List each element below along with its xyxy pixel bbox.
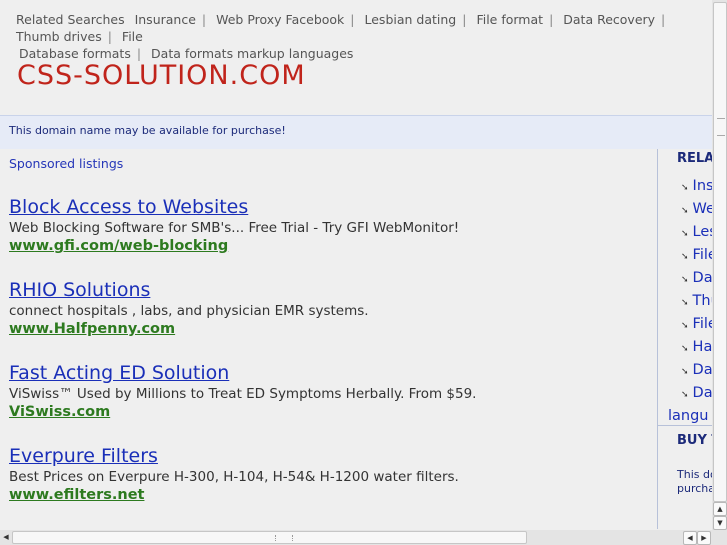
sidebar-item[interactable]: ➘Har bbox=[681, 337, 713, 360]
triangle-right-icon[interactable]: ▶ bbox=[697, 531, 711, 545]
sidebar-item-label: Dat bbox=[692, 270, 713, 286]
sponsored-listings-label: Sponsored listings bbox=[9, 156, 124, 171]
ad-url-link[interactable]: www.gfi.com/web-blocking bbox=[9, 237, 459, 255]
sidebar-item[interactable]: ➘Les bbox=[681, 222, 713, 245]
ad-listing: Fast Acting ED Solution ViSwiss™ Used by… bbox=[9, 362, 476, 421]
sidebar-item-label: File bbox=[692, 247, 713, 263]
ad-title-link[interactable]: Fast Acting ED Solution bbox=[9, 362, 476, 385]
sidebar-item-label: File bbox=[692, 316, 713, 332]
arrow-icon: ➘ bbox=[681, 390, 689, 400]
domain-for-sale-banner: This domain name may be available for pu… bbox=[0, 115, 712, 149]
sidebar-heading: RELA bbox=[677, 151, 713, 166]
sidebar-list: ➘Ins ➘We ➘Les ➘File ➘Dat ➘Thu ➘File ➘Har… bbox=[668, 176, 713, 427]
sidebar-item[interactable]: ➘Dat bbox=[681, 383, 713, 406]
ad-listing: Block Access to Websites Web Blocking So… bbox=[9, 196, 459, 255]
ad-listing: RHIO Solutions connect hospitals , labs,… bbox=[9, 279, 369, 338]
nav-link-file-format[interactable]: File format bbox=[476, 12, 543, 27]
sidebar-item-label: Dat bbox=[692, 385, 713, 401]
ad-url-link[interactable]: ViSwiss.com bbox=[9, 403, 476, 421]
scroll-grip bbox=[717, 118, 725, 136]
ad-title-link[interactable]: Everpure Filters bbox=[9, 445, 459, 468]
nav-separator: | bbox=[549, 12, 554, 27]
sidebar-item[interactable]: ➘Thu bbox=[681, 291, 713, 314]
nav-link-insurance[interactable]: Insurance bbox=[135, 12, 196, 27]
sidebar-item-label: Ins bbox=[692, 178, 713, 194]
arrow-icon: ➘ bbox=[681, 229, 689, 239]
related-searches-sidebar: RELA ➘Ins ➘We ➘Les ➘File ➘Dat ➘Thu ➘File… bbox=[657, 149, 713, 529]
sidebar-item[interactable]: ➘Dat bbox=[681, 268, 713, 291]
nav-link-data-formats-markup[interactable]: Data formats markup languages bbox=[151, 46, 353, 61]
sidebar-item-label: Thu bbox=[692, 293, 713, 309]
site-title: CSS-SOLUTION.COM bbox=[17, 60, 306, 91]
ad-url-link[interactable]: www.Halfpenny.com bbox=[9, 320, 369, 338]
triangle-up-icon[interactable]: ▲ bbox=[713, 502, 727, 516]
nav-link-database-formats[interactable]: Database formats bbox=[19, 46, 131, 61]
nav-link-data-recovery[interactable]: Data Recovery bbox=[563, 12, 655, 27]
arrow-icon: ➘ bbox=[681, 206, 689, 216]
related-searches-nav: Related Searches Insurance | Web Proxy Fa… bbox=[16, 11, 712, 62]
banner-text: This domain name may be available for pu… bbox=[9, 124, 286, 137]
arrow-icon: ➘ bbox=[681, 275, 689, 285]
sidebar-item[interactable]: ➘ We bbox=[681, 199, 713, 222]
sidebar-item-label: Har bbox=[692, 339, 713, 355]
sidebar-item[interactable]: ➘Dat bbox=[681, 360, 713, 383]
nav-separator: | bbox=[350, 12, 355, 27]
sidebar-divider bbox=[658, 425, 713, 426]
buy-text-line: purcha bbox=[677, 482, 713, 495]
nav-separator: | bbox=[107, 29, 112, 44]
scroll-grip bbox=[275, 535, 293, 541]
nav-link-web-proxy-facebook[interactable]: Web Proxy Facebook bbox=[216, 12, 344, 27]
sidebar-item-wrap[interactable]: langu bbox=[668, 406, 713, 427]
buy-text-line: This do bbox=[677, 468, 713, 481]
nav-link-lesbian-dating[interactable]: Lesbian dating bbox=[365, 12, 457, 27]
sidebar-item[interactable]: ➘ Ins bbox=[681, 176, 713, 199]
arrow-icon: ➘ bbox=[681, 298, 689, 308]
arrow-icon: ➘ bbox=[681, 367, 689, 377]
nav-separator: | bbox=[462, 12, 467, 27]
sidebar-item-label: Les bbox=[692, 224, 713, 240]
nav-separator: | bbox=[201, 12, 207, 27]
ad-title-link[interactable]: RHIO Solutions bbox=[9, 279, 369, 302]
ad-url-link[interactable]: www.efilters.net bbox=[9, 486, 459, 504]
ad-title-link[interactable]: Block Access to Websites bbox=[9, 196, 459, 219]
buy-domain-heading: BUY T bbox=[677, 433, 713, 448]
nav-separator: | bbox=[661, 12, 666, 27]
nav-link-file[interactable]: File bbox=[122, 29, 143, 44]
arrow-icon: ➘ bbox=[681, 321, 689, 331]
buy-domain-text: This do purcha bbox=[677, 468, 713, 496]
nav-separator: | bbox=[136, 46, 142, 61]
ad-description: ViSwiss™ Used by Millions to Treat ED Sy… bbox=[9, 386, 477, 402]
triangle-left-icon[interactable]: ◀ bbox=[0, 531, 12, 543]
sidebar-item-label: We bbox=[692, 201, 713, 217]
sidebar-item[interactable]: ➘File bbox=[681, 314, 713, 337]
sidebar-item[interactable]: ➘File bbox=[681, 245, 713, 268]
sidebar-item-label: Dat bbox=[692, 362, 713, 378]
ad-listing: Everpure Filters Best Prices on Everpure… bbox=[9, 445, 459, 504]
arrow-icon: ➘ bbox=[681, 344, 689, 354]
arrow-icon: ➘ bbox=[681, 183, 689, 193]
horizontal-scroll-thumb[interactable] bbox=[12, 531, 527, 544]
ad-description: connect hospitals , labs, and physician … bbox=[9, 303, 369, 319]
triangle-left-icon[interactable]: ◀ bbox=[683, 531, 697, 545]
horizontal-scrollbar[interactable]: ◀ ◀ ▶ bbox=[0, 530, 712, 545]
scrollbar-corner bbox=[712, 530, 727, 545]
vertical-scroll-thumb[interactable] bbox=[713, 2, 727, 502]
ad-description: Best Prices on Everpure H-300, H-104, H-… bbox=[9, 469, 459, 485]
nav-link-thumb-drives[interactable]: Thumb drives bbox=[16, 29, 102, 44]
related-searches-label: Related Searches bbox=[16, 12, 125, 27]
arrow-icon: ➘ bbox=[681, 252, 689, 262]
ad-description: Web Blocking Software for SMB's... Free … bbox=[9, 220, 460, 236]
sponsored-listings-panel: Sponsored listings Block Access to Websi… bbox=[0, 149, 657, 529]
triangle-down-icon[interactable]: ▼ bbox=[713, 516, 727, 530]
vertical-scrollbar[interactable]: ▲ ▼ bbox=[712, 0, 727, 530]
